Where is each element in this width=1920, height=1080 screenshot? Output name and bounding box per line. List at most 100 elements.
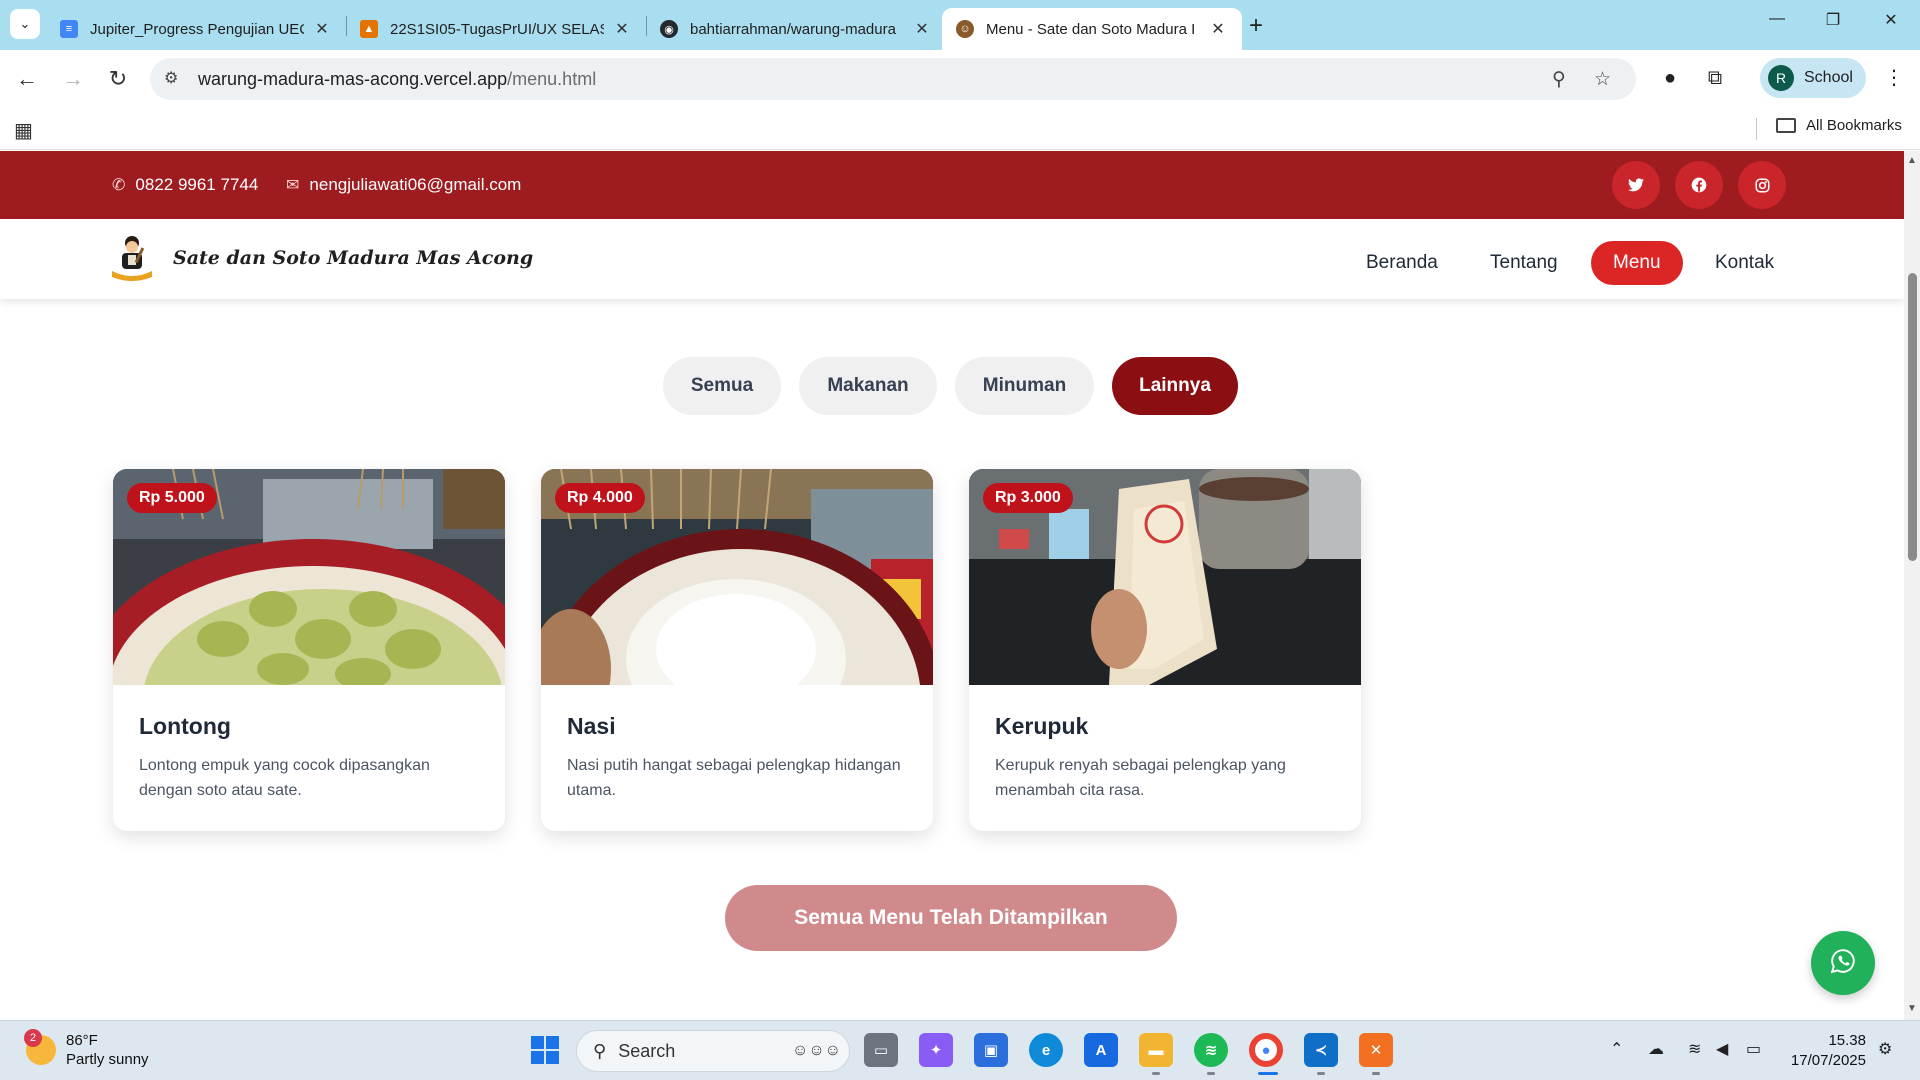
brand-logo[interactable] — [108, 233, 156, 283]
scroll-down-icon[interactable]: ▼ — [1907, 1003, 1917, 1014]
app-icon[interactable]: A — [1084, 1033, 1118, 1067]
copilot-icon[interactable]: ✦ — [919, 1033, 953, 1067]
divider — [1756, 118, 1757, 140]
clock-date: 17/07/2025 — [1790, 1052, 1866, 1069]
site-favicon-icon: ☺ — [956, 20, 974, 38]
windows-start-icon[interactable] — [528, 1033, 562, 1067]
minimize-icon: — — [1769, 10, 1785, 27]
back-button[interactable]: ← — [12, 64, 42, 94]
folder-icon — [1776, 118, 1796, 133]
task-view-icon[interactable]: ▭ — [864, 1033, 898, 1067]
bookmarks-bar: ▦ All Bookmarks — [0, 108, 1920, 150]
price-badge: Rp 5.000 — [127, 483, 217, 513]
menu-item-name: Kerupuk — [995, 713, 1089, 739]
temperature: 86°F — [66, 1032, 98, 1049]
nav-link-kontak[interactable]: Kontak — [1693, 241, 1796, 285]
close-window-button[interactable]: ✕ — [1876, 10, 1906, 30]
page-viewport: ✆ 0822 9961 7744 ✉ nengjuliawati06@gmail… — [0, 151, 1904, 1020]
restore-icon: ❐ — [1825, 12, 1841, 29]
whatsapp-icon — [1830, 948, 1856, 979]
file-explorer-icon[interactable]: ▬ — [1139, 1033, 1173, 1067]
puzzle-icon[interactable]: ⧉ — [1699, 62, 1731, 94]
site-info-icon[interactable]: ⚙ — [164, 68, 178, 88]
running-indicator — [1317, 1072, 1325, 1075]
contact-topbar: ✆ 0822 9961 7744 ✉ nengjuliawati06@gmail… — [0, 151, 1904, 219]
browser-tab-active[interactable]: ☺ Menu - Sate dan Soto Madura I ✕ — [942, 8, 1242, 50]
phone-contact[interactable]: ✆ 0822 9961 7744 — [112, 175, 258, 195]
tab-title: Menu - Sate dan Soto Madura I — [986, 20, 1196, 38]
emoji-icon: ☺☺☺ — [791, 1042, 841, 1059]
slides-favicon-icon: ▲ — [360, 20, 378, 38]
close-icon[interactable]: ✕ — [912, 19, 932, 39]
browser-tab[interactable]: ≡ Jupiter_Progress Pengujian UEC ✕ — [46, 8, 346, 50]
tab-search-button[interactable]: ⌄ — [10, 9, 40, 39]
docs-favicon-icon: ≡ — [60, 20, 78, 38]
instagram-icon[interactable] — [1738, 161, 1786, 209]
volume-icon[interactable]: ◀ — [1716, 1039, 1728, 1059]
battery-icon[interactable]: ▭ — [1746, 1039, 1761, 1059]
menu-card[interactable]: Rp 5.000 Lontong Lontong empuk yang coco… — [113, 469, 505, 831]
system-clock[interactable]: 15.38 17/07/2025 — [1786, 1031, 1866, 1071]
plus-icon: + — [1248, 12, 1263, 39]
star-icon[interactable]: ☆ — [1594, 68, 1611, 91]
zoom-icon[interactable]: ⚲ — [1552, 68, 1566, 91]
filter-minuman[interactable]: Minuman — [955, 357, 1094, 415]
forward-button[interactable]: → — [58, 64, 88, 94]
menu-item-photo: Rp 5.000 — [113, 469, 505, 685]
weather-widget[interactable]: 2 86°F Partly sunny — [24, 1029, 149, 1069]
email-contact[interactable]: ✉ nengjuliawati06@gmail.com — [286, 175, 521, 195]
facebook-icon[interactable] — [1675, 161, 1723, 209]
profile-button[interactable]: R School — [1760, 58, 1866, 98]
search-placeholder: Search — [618, 1040, 676, 1061]
whatsapp-button[interactable] — [1811, 931, 1875, 995]
kebab-menu-icon[interactable]: ⋮ — [1878, 62, 1910, 94]
brand-name[interactable]: Sate dan Soto Madura Mas Acong — [173, 247, 533, 269]
menu-item-name: Nasi — [567, 713, 616, 739]
wifi-icon[interactable]: ≋ — [1688, 1039, 1701, 1059]
close-icon[interactable]: ✕ — [1208, 19, 1228, 39]
all-bookmarks-button[interactable]: All Bookmarks — [1776, 117, 1902, 134]
browser-tab[interactable]: ◉ bahtiarrahman/warung-madura ✕ — [646, 8, 946, 50]
store-icon[interactable]: ▣ — [974, 1033, 1008, 1067]
filter-semua[interactable]: Semua — [663, 357, 781, 415]
twitter-icon[interactable] — [1612, 161, 1660, 209]
all-menu-shown-button[interactable]: Semua Menu Telah Ditampilkan — [725, 885, 1177, 951]
browser-tab[interactable]: ▲ 22S1SI05-TugasPrUI/UX SELAS/ ✕ — [346, 8, 646, 50]
filter-lainnya[interactable]: Lainnya — [1112, 357, 1238, 415]
chevron-up-icon[interactable]: ⌃ — [1610, 1039, 1623, 1059]
chrome-icon[interactable]: ● — [1249, 1033, 1283, 1067]
apps-grid-icon[interactable]: ▦ — [14, 118, 33, 143]
close-icon[interactable]: ✕ — [612, 19, 632, 39]
scroll-thumb[interactable] — [1908, 273, 1917, 561]
site-navbar: Sate dan Soto Madura Mas Acong Beranda T… — [0, 219, 1904, 299]
scroll-up-icon[interactable]: ▲ — [1907, 155, 1917, 166]
settings-icon[interactable]: ⚙ — [1878, 1039, 1892, 1059]
new-tab-button[interactable]: + — [1242, 12, 1270, 40]
onedrive-icon[interactable]: ☁ — [1648, 1039, 1664, 1059]
nav-link-beranda[interactable]: Beranda — [1344, 241, 1460, 285]
filter-makanan[interactable]: Makanan — [799, 357, 937, 415]
vscode-icon[interactable]: ≺ — [1304, 1033, 1338, 1067]
extension-icon[interactable]: ● — [1654, 62, 1686, 94]
menu-card[interactable]: Rp 3.000 Kerupuk Kerupuk renyah sebagai … — [969, 469, 1361, 831]
spotify-icon[interactable]: ≋ — [1194, 1033, 1228, 1067]
restore-button[interactable]: ❐ — [1818, 10, 1848, 30]
running-indicator — [1207, 1072, 1215, 1075]
url-host: warung-madura-mas-acong.vercel.app — [198, 68, 508, 89]
nav-link-tentang[interactable]: Tentang — [1468, 241, 1580, 285]
taskbar-search[interactable]: ⚲ Search ☺☺☺ — [576, 1030, 850, 1072]
xampp-icon[interactable]: ✕ — [1359, 1033, 1393, 1067]
close-icon[interactable]: ✕ — [312, 19, 332, 39]
edge-icon[interactable]: e — [1029, 1033, 1063, 1067]
menu-card[interactable]: Rp 4.000 Nasi Nasi putih hangat sebagai … — [541, 469, 933, 831]
profile-name: School — [1804, 69, 1853, 86]
reload-button[interactable]: ↻ — [103, 64, 133, 94]
partly-sunny-icon: 2 — [24, 1029, 56, 1065]
clock-time: 15.38 — [1828, 1032, 1866, 1049]
address-bar[interactable]: ⚙ warung-madura-mas-acong.vercel.app/men… — [150, 58, 1636, 100]
browser-tab-bar: ⌄ ≡ Jupiter_Progress Pengujian UEC ✕ ▲ 2… — [0, 0, 1920, 50]
minimize-button[interactable]: — — [1762, 10, 1792, 28]
page-scrollbar[interactable]: ▲ ▼ — [1904, 151, 1920, 1020]
nav-link-menu[interactable]: Menu — [1591, 241, 1683, 285]
phone-icon: ✆ — [112, 177, 126, 194]
